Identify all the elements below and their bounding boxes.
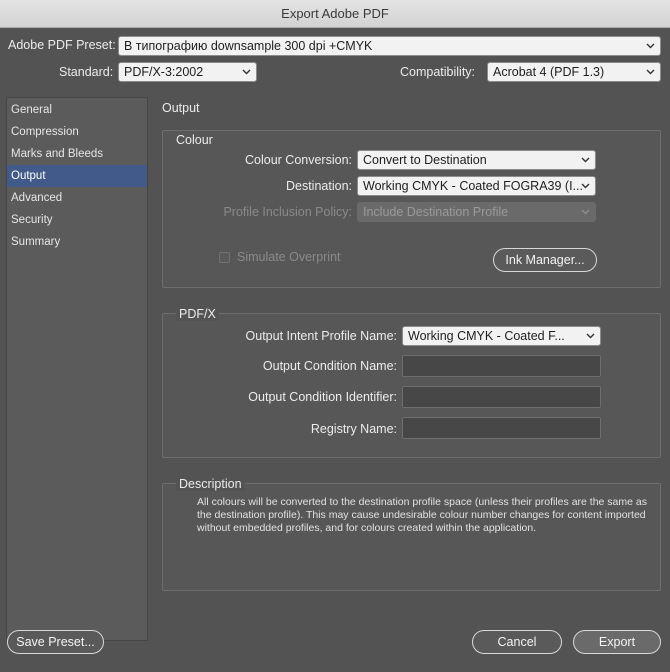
- output-intent-label: Output Intent Profile Name:: [245, 329, 397, 343]
- pdfx-group-title: PDF/X: [176, 307, 219, 321]
- sidebar-item-compression[interactable]: Compression: [7, 121, 147, 143]
- sidebar-item-output[interactable]: Output: [7, 165, 147, 187]
- chevron-down-icon: [581, 151, 590, 169]
- standard-select[interactable]: PDF/X-3:2002: [118, 62, 257, 82]
- compatibility-value: Acrobat 4 (PDF 1.3): [493, 65, 605, 79]
- chevron-down-icon: [242, 63, 251, 81]
- output-condition-identifier-field[interactable]: [402, 386, 601, 408]
- sidebar-item-advanced[interactable]: Advanced: [7, 187, 147, 209]
- chevron-down-icon: [646, 37, 655, 55]
- output-condition-identifier-label: Output Condition Identifier:: [248, 390, 397, 404]
- output-condition-name-label: Output Condition Name:: [262, 359, 397, 373]
- simulate-overprint-label: Simulate Overprint: [237, 250, 341, 264]
- standard-label: Standard:: [59, 65, 114, 79]
- preset-select[interactable]: В типографию downsample 300 dpi +CMYK: [118, 36, 661, 56]
- profile-inclusion-select: Include Destination Profile: [357, 202, 596, 222]
- window-titlebar: Export Adobe PDF: [0, 0, 670, 28]
- compatibility-select[interactable]: Acrobat 4 (PDF 1.3): [487, 62, 661, 82]
- colour-conversion-label: Colour Conversion:: [245, 153, 352, 167]
- registry-name-label: Registry Name:: [310, 422, 397, 436]
- sidebar: General Compression Marks and Bleeds Out…: [6, 97, 148, 641]
- output-intent-select[interactable]: Working CMYK - Coated F...: [402, 326, 601, 346]
- colour-group-title: Colour: [176, 133, 213, 147]
- window-title: Export Adobe PDF: [281, 6, 389, 21]
- sidebar-item-general[interactable]: General: [7, 99, 147, 121]
- profile-inclusion-label: Profile Inclusion Policy:: [223, 205, 352, 219]
- description-text: All colours will be converted to the des…: [197, 496, 647, 534]
- compatibility-label: Compatibility:: [400, 65, 476, 79]
- sidebar-item-marks-and-bleeds[interactable]: Marks and Bleeds: [7, 143, 147, 165]
- preset-label: Adobe PDF Preset:: [8, 38, 116, 52]
- preset-value: В типографию downsample 300 dpi +CMYK: [124, 39, 373, 53]
- chevron-down-icon: [581, 203, 590, 221]
- standard-value: PDF/X-3:2002: [124, 65, 204, 79]
- chevron-down-icon: [581, 177, 590, 195]
- cancel-button[interactable]: Cancel: [472, 630, 562, 654]
- colour-conversion-select[interactable]: Convert to Destination: [357, 150, 596, 170]
- registry-name-field[interactable]: [402, 417, 601, 439]
- profile-inclusion-value: Include Destination Profile: [363, 205, 509, 219]
- panel-title: Output: [162, 101, 200, 115]
- destination-label: Destination:: [285, 179, 352, 193]
- description-group-title: Description: [176, 477, 245, 491]
- ink-manager-button[interactable]: Ink Manager...: [493, 248, 597, 272]
- output-condition-name-field[interactable]: [402, 355, 601, 377]
- output-intent-value: Working CMYK - Coated F...: [408, 329, 565, 343]
- destination-select[interactable]: Working CMYK - Coated FOGRA39 (I...: [357, 176, 596, 196]
- simulate-overprint-checkbox: [219, 252, 230, 263]
- export-button[interactable]: Export: [573, 630, 661, 654]
- chevron-down-icon: [586, 327, 595, 345]
- save-preset-button[interactable]: Save Preset...: [7, 630, 104, 654]
- destination-value: Working CMYK - Coated FOGRA39 (I...: [363, 179, 583, 193]
- sidebar-item-summary[interactable]: Summary: [7, 231, 147, 253]
- sidebar-item-security[interactable]: Security: [7, 209, 147, 231]
- chevron-down-icon: [646, 63, 655, 81]
- export-pdf-dialog: Adobe PDF Preset: В типографию downsampl…: [0, 28, 670, 672]
- colour-conversion-value: Convert to Destination: [363, 153, 487, 167]
